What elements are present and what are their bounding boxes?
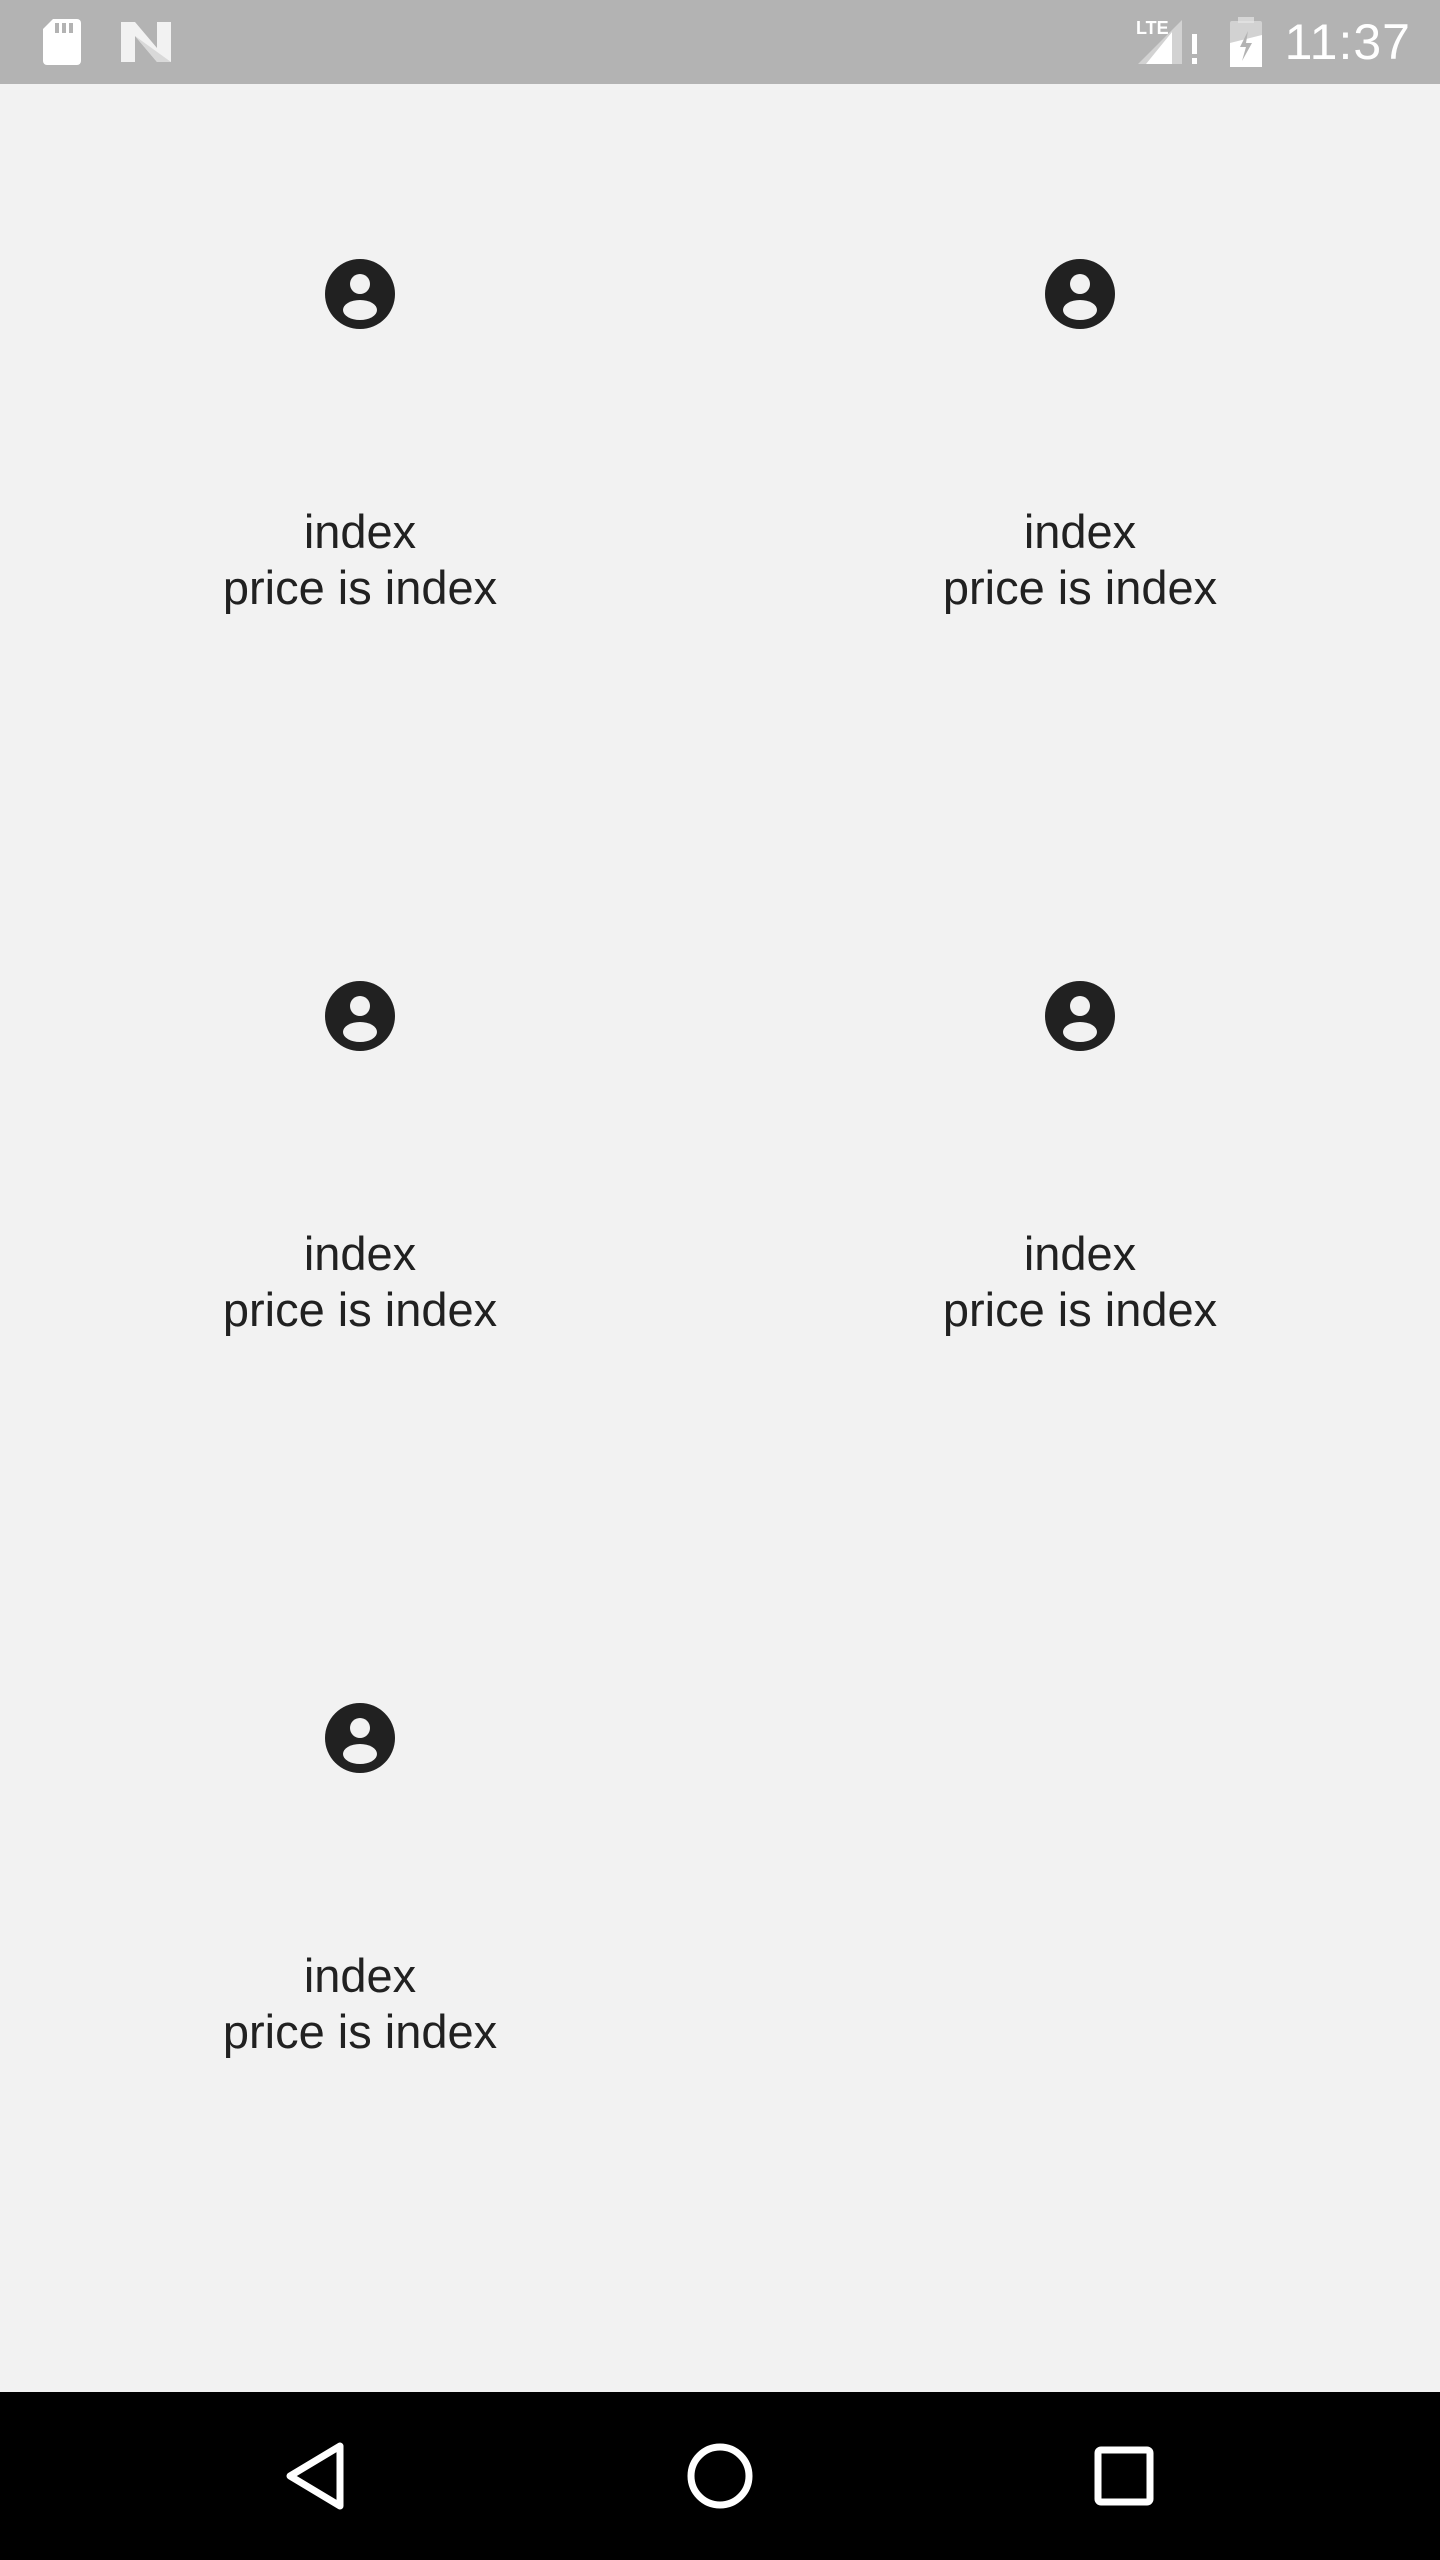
grid-item[interactable]: index price is index bbox=[720, 84, 1440, 806]
account-circle-icon bbox=[1045, 981, 1115, 1051]
navigation-bar bbox=[0, 2392, 1440, 2560]
signal-icon: LTE bbox=[1132, 0, 1204, 84]
status-bar: LTE 11:37 bbox=[0, 0, 1440, 84]
sd-card-icon bbox=[40, 0, 84, 84]
product-grid: index price is index index price is inde… bbox=[0, 84, 1440, 2391]
item-price: price is index bbox=[222, 561, 498, 614]
recents-icon bbox=[1094, 2446, 1154, 2506]
item-title: index bbox=[303, 505, 417, 558]
item-title: index bbox=[1023, 1227, 1137, 1280]
home-icon bbox=[687, 2443, 753, 2509]
grid-item[interactable]: index price is index bbox=[0, 84, 720, 806]
item-price: price is index bbox=[222, 2005, 498, 2058]
item-title: index bbox=[303, 1227, 417, 1280]
item-price: price is index bbox=[942, 1283, 1218, 1336]
n-logo-icon bbox=[118, 0, 174, 84]
grid-item[interactable]: index price is index bbox=[720, 806, 1440, 1528]
item-price: price is index bbox=[942, 561, 1218, 614]
grid-item[interactable]: index price is index bbox=[0, 806, 720, 1528]
account-circle-icon bbox=[325, 981, 395, 1051]
network-type-label: LTE bbox=[1136, 18, 1169, 38]
back-icon bbox=[286, 2442, 344, 2510]
status-time: 11:37 bbox=[1284, 14, 1411, 70]
battery-icon bbox=[1224, 0, 1268, 84]
item-title: index bbox=[303, 1949, 417, 2002]
recents-button[interactable] bbox=[1064, 2392, 1184, 2560]
item-title: index bbox=[1023, 505, 1137, 558]
account-circle-icon bbox=[325, 259, 395, 329]
item-price: price is index bbox=[222, 1283, 498, 1336]
home-button[interactable] bbox=[660, 2392, 780, 2560]
grid-item[interactable]: index price is index bbox=[0, 1528, 720, 2250]
account-circle-icon bbox=[1045, 259, 1115, 329]
back-button[interactable] bbox=[256, 2392, 376, 2560]
account-circle-icon bbox=[325, 1703, 395, 1773]
